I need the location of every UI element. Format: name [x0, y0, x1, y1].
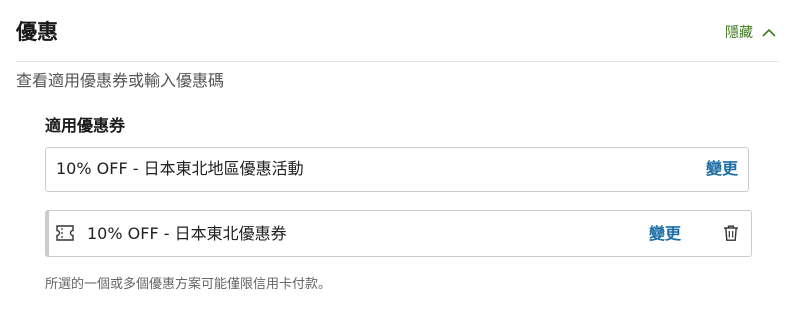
campaign-offer-card: 10% OFF - 日本東北地區優惠活動 變更	[45, 147, 749, 192]
ticket-icon	[56, 225, 74, 241]
trash-icon[interactable]	[722, 224, 740, 242]
offers-subtitle: 查看適用優惠券或輸入優惠碼	[16, 71, 225, 90]
coupon-offer-card: 10% OFF - 日本東北優惠券 變更	[45, 210, 752, 257]
coupon-change-button[interactable]: 變更	[649, 223, 681, 245]
hide-toggle[interactable]: 隱藏	[725, 22, 777, 44]
applied-coupons-heading: 適用優惠券	[45, 116, 126, 135]
hide-label: 隱藏	[725, 25, 753, 41]
section-title: 優惠	[16, 20, 58, 44]
chevron-up-icon	[762, 28, 776, 37]
campaign-offer-text: 10% OFF - 日本東北地區優惠活動	[56, 159, 304, 178]
offers-panel: 優惠 隱藏 查看適用優惠券或輸入優惠碼 適用優惠券 10% OFF - 日本東北…	[0, 0, 800, 310]
coupon-offer-text: 10% OFF - 日本東北優惠券	[87, 224, 287, 243]
payment-footnote: 所選的一個或多個優惠方案可能僅限信用卡付款。	[45, 277, 332, 292]
campaign-change-button[interactable]: 變更	[706, 158, 738, 180]
offers-header: 優惠 隱藏	[16, 0, 779, 62]
